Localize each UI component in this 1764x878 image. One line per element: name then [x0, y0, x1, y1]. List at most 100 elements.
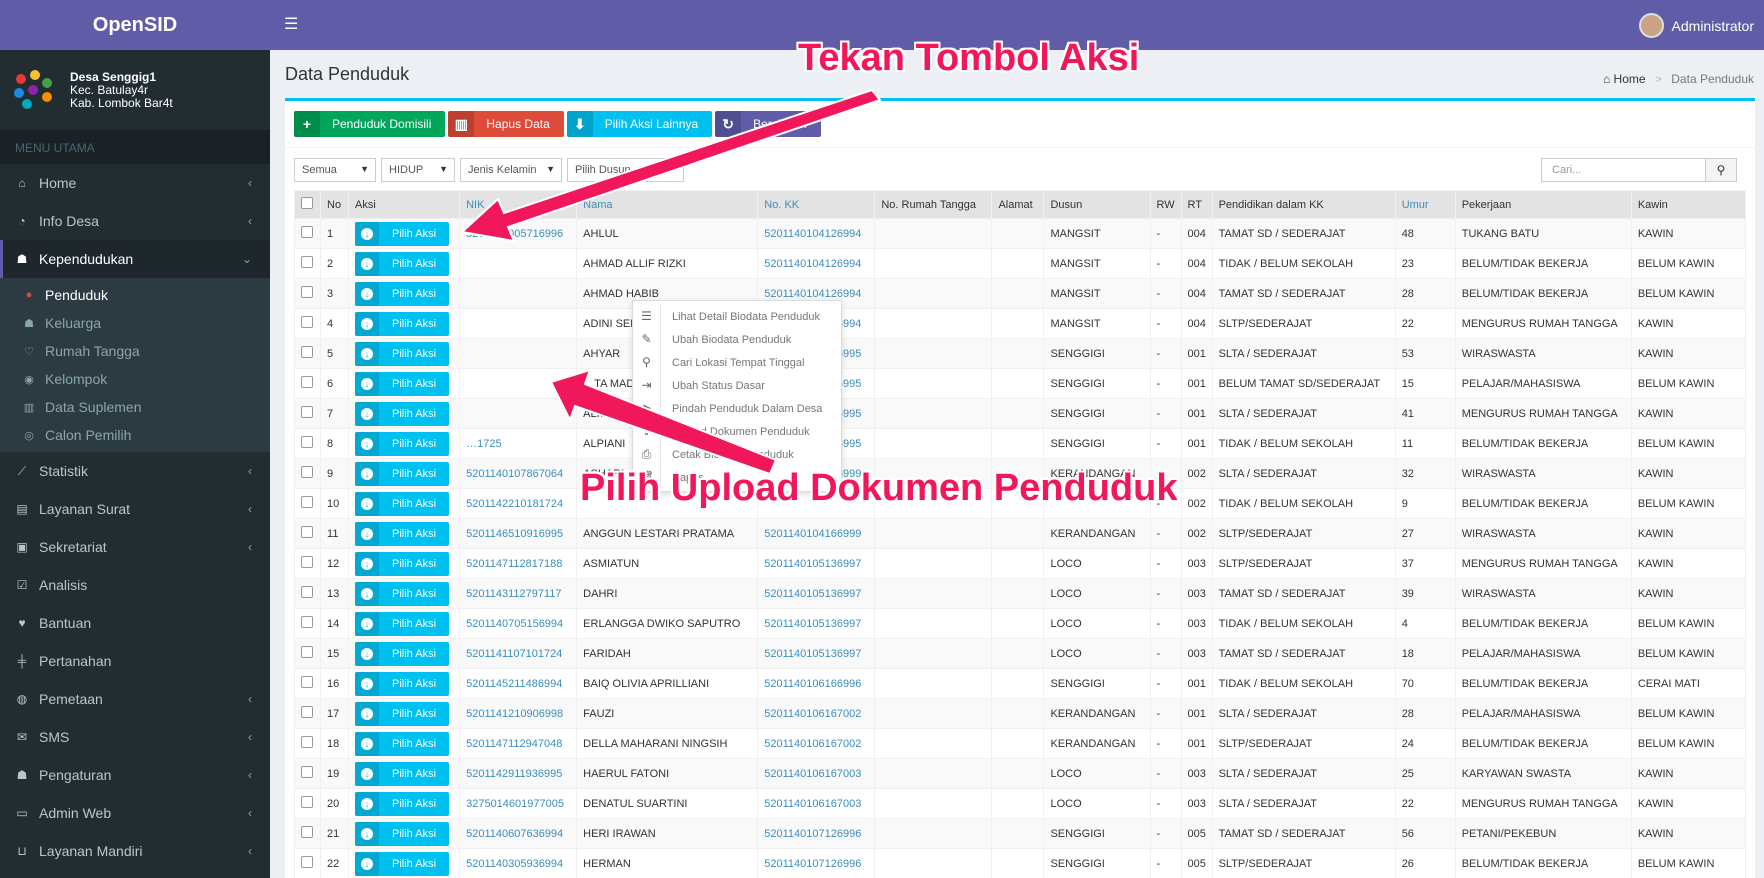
- nav-item-bantuan[interactable]: ♥ Bantuan: [0, 604, 270, 642]
- row-checkbox[interactable]: [293, 818, 322, 849]
- cell-nik[interactable]: 5201140607636994: [459, 818, 578, 849]
- pilih-aksi-button[interactable]: ↓ Pilih Aksi: [355, 251, 450, 276]
- row-checkbox[interactable]: [293, 698, 322, 729]
- nav-item-statistik[interactable]: ⟋ Statistik ‹: [0, 452, 270, 490]
- row-checkbox[interactable]: [293, 758, 322, 789]
- row-checkbox[interactable]: [293, 548, 322, 579]
- cell-nik[interactable]: 5201142911936995: [459, 758, 578, 789]
- cell-nik[interactable]: [459, 278, 578, 309]
- subnav-item-rumah-tangga[interactable]: ♡ Rumah Tangga: [0, 337, 270, 365]
- pilih-aksi-button[interactable]: ↓ Pilih Aksi: [355, 371, 450, 396]
- cell-nik[interactable]: 5201147112947048: [459, 728, 578, 759]
- row-checkbox[interactable]: [293, 848, 322, 878]
- user-menu[interactable]: Administrator: [1638, 13, 1754, 38]
- pilih-aksi-button[interactable]: ↓ Pilih Aksi: [355, 581, 450, 606]
- dropdown-item-cetak-biodata-penduduk[interactable]: ⎙ Cetak Biodata Penduduk: [633, 443, 841, 466]
- cell-no-kk[interactable]: 5201140105136997: [757, 638, 876, 669]
- select-all-checkbox[interactable]: [293, 190, 322, 219]
- sidebar-toggle-icon[interactable]: ☰: [284, 14, 298, 34]
- row-checkbox[interactable]: [293, 608, 322, 639]
- pilih-aksi-button[interactable]: ↓ Pilih Aksi: [355, 731, 450, 756]
- search-button[interactable]: ⚲: [1705, 158, 1737, 182]
- pilih-aksi-button[interactable]: ↓ Pilih Aksi: [355, 851, 450, 876]
- nav-item-analisis[interactable]: ☑ Analisis: [0, 566, 270, 604]
- pilih-aksi-button[interactable]: ↓ Pilih Aksi: [355, 551, 450, 576]
- cell-no-kk[interactable]: 5201140106167003: [757, 788, 876, 819]
- pilih-aksi-button[interactable]: ↓ Pilih Aksi: [355, 761, 450, 786]
- cell-no-kk[interactable]: 5201140106167003: [757, 758, 876, 789]
- search-input[interactable]: Cari...: [1541, 158, 1706, 182]
- pilih-aksi-button[interactable]: ↓ Pilih Aksi: [355, 491, 450, 516]
- cell-no-kk[interactable]: 5201140107126996: [757, 818, 876, 849]
- pilih-aksi-button[interactable]: ↓ Pilih Aksi: [355, 401, 450, 426]
- dropdown-item-lihat-detail-biodata-penduduk[interactable]: ☰ Lihat Detail Biodata Penduduk: [633, 305, 841, 328]
- dropdown-item-pindah-penduduk-dalam-desa[interactable]: ➤ Pindah Penduduk Dalam Desa: [633, 397, 841, 420]
- hidup-select[interactable]: HIDUP ▼: [381, 158, 455, 182]
- cell-no-kk[interactable]: 5201140104166999: [757, 518, 876, 549]
- app-logo[interactable]: OpenSID: [0, 0, 270, 50]
- cell-no-kk[interactable]: 5201140107126996: [757, 848, 876, 878]
- cell-nik[interactable]: 5201145211486994: [459, 668, 578, 699]
- pilih-aksi-button[interactable]: ↓ Pilih Aksi: [355, 701, 450, 726]
- cell-nik[interactable]: 5201141107101724: [459, 638, 578, 669]
- row-checkbox[interactable]: [293, 518, 322, 549]
- hapus-data-button[interactable]: ▥ Hapus Data: [448, 111, 564, 137]
- pilih-aksi-button[interactable]: ↓ Pilih Aksi: [355, 221, 450, 246]
- subnav-item-kelompok[interactable]: ◉ Kelompok: [0, 365, 270, 393]
- row-checkbox[interactable]: [293, 788, 322, 819]
- nav-item-admin-web[interactable]: ▭ Admin Web ‹: [0, 794, 270, 832]
- col-umur[interactable]: Umur: [1394, 190, 1456, 219]
- row-checkbox[interactable]: [293, 398, 322, 429]
- nav-item-layanan-mandiri[interactable]: ⊔ Layanan Mandiri ‹: [0, 832, 270, 870]
- row-checkbox[interactable]: [293, 338, 322, 369]
- jenis-kelamin-select[interactable]: Jenis Kelamin ▼: [460, 158, 562, 182]
- nav-item-kependudukan[interactable]: ☗ Kependudukan ⌄: [0, 240, 270, 278]
- nav-item-pertanahan[interactable]: ╪ Pertanahan: [0, 642, 270, 680]
- subnav-item-calon-pemilih[interactable]: ◎ Calon Pemilih: [0, 421, 270, 449]
- nav-item-sms[interactable]: ✉ SMS ‹: [0, 718, 270, 756]
- cell-nik[interactable]: 5201146510916995: [459, 518, 578, 549]
- breadcrumb-home[interactable]: Home: [1614, 72, 1646, 86]
- row-checkbox[interactable]: [293, 428, 322, 459]
- row-checkbox[interactable]: [293, 578, 322, 609]
- cell-no-kk[interactable]: 5201140104126994: [757, 248, 876, 279]
- pilih-aksi-button[interactable]: ↓ Pilih Aksi: [355, 281, 450, 306]
- cell-nik[interactable]: 5201142005716996: [459, 218, 578, 249]
- cell-nik[interactable]: 5201147112817188: [459, 548, 578, 579]
- cell-no-kk[interactable]: 5201140105136997: [757, 578, 876, 609]
- cell-nik[interactable]: [459, 308, 578, 339]
- cell-nik[interactable]: [459, 248, 578, 279]
- dropdown-item-ubah-status-dasar[interactable]: ⇥ Ubah Status Dasar: [633, 374, 841, 397]
- row-checkbox[interactable]: [293, 458, 322, 489]
- col-no-kk[interactable]: No. KK: [757, 190, 876, 219]
- cell-nik[interactable]: [459, 368, 578, 399]
- pilih-aksi-button[interactable]: ↓ Pilih Aksi: [355, 311, 450, 336]
- row-checkbox[interactable]: [293, 668, 322, 699]
- pilih-aksi-button[interactable]: ↓ Pilih Aksi: [355, 791, 450, 816]
- pilih-aksi-button[interactable]: ↓ Pilih Aksi: [355, 461, 450, 486]
- nav-item-pemetaan[interactable]: ◍ Pemetaan ‹: [0, 680, 270, 718]
- dropdown-item-cari-lokasi-tempat-tinggal[interactable]: ⚲ Cari Lokasi Tempat Tinggal: [633, 351, 841, 374]
- pilih-aksi-button[interactable]: ↓ Pilih Aksi: [355, 521, 450, 546]
- nav-item-sekretariat[interactable]: ▣ Sekretariat ‹: [0, 528, 270, 566]
- cell-nik[interactable]: 5201142210181724: [459, 488, 578, 519]
- cell-no-kk[interactable]: 5201140104126994: [757, 218, 876, 249]
- cell-nik[interactable]: …1725: [459, 428, 578, 459]
- subnav-item-penduduk[interactable]: ● Penduduk: [0, 281, 270, 309]
- col-nama[interactable]: Nama: [576, 190, 759, 219]
- row-checkbox[interactable]: [293, 248, 322, 279]
- cell-no-kk[interactable]: 5201140106167002: [757, 698, 876, 729]
- cell-nik[interactable]: 5201140107867064: [459, 458, 578, 489]
- cell-nik[interactable]: 5201141210906998: [459, 698, 578, 729]
- row-checkbox[interactable]: [293, 488, 322, 519]
- pilih-aksi-button[interactable]: ↓ Pilih Aksi: [355, 641, 450, 666]
- pilih-aksi-button[interactable]: ↓ Pilih Aksi: [355, 611, 450, 636]
- row-checkbox[interactable]: [293, 728, 322, 759]
- pilih-aksi-button[interactable]: ↓ Pilih Aksi: [355, 431, 450, 456]
- dropdown-item-ubah-biodata-penduduk[interactable]: ✎ Ubah Biodata Penduduk: [633, 328, 841, 351]
- cell-nik[interactable]: 3275014601977005: [459, 788, 578, 819]
- nav-item-home[interactable]: ⌂ Home ‹: [0, 164, 270, 202]
- penduduk-domisili-button[interactable]: + Penduduk Domisili: [294, 111, 446, 137]
- cell-nik[interactable]: 5201140705156994: [459, 608, 578, 639]
- subnav-item-data-suplemen[interactable]: ▥ Data Suplemen: [0, 393, 270, 421]
